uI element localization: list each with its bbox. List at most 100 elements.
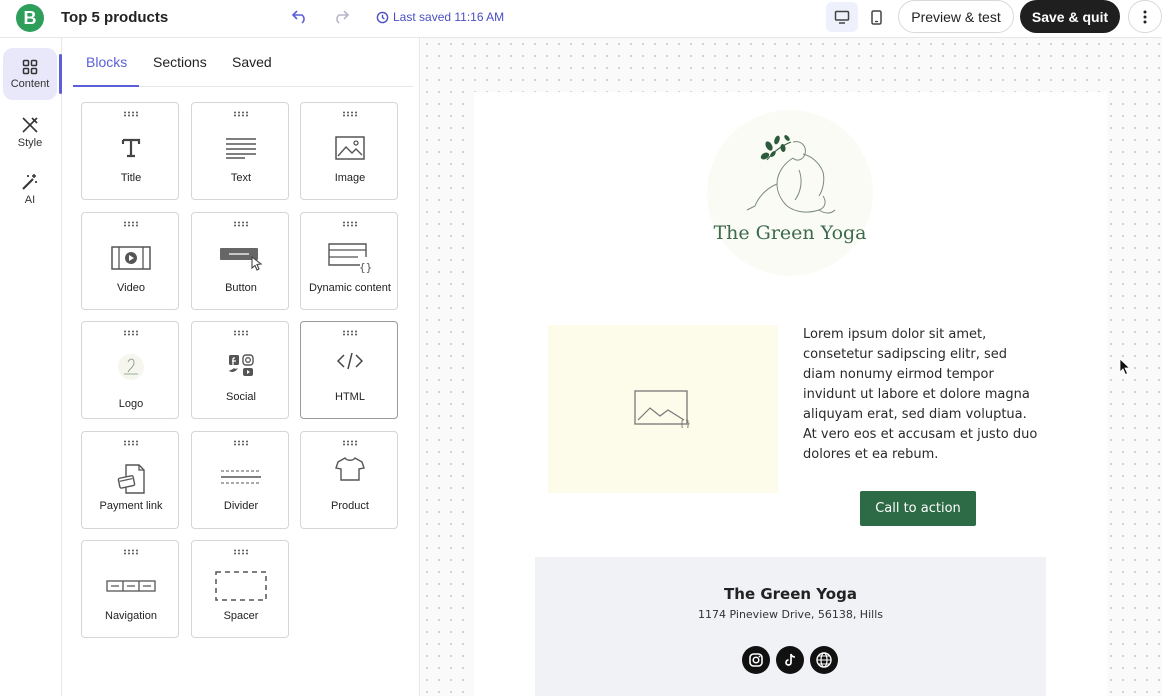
mobile-icon (870, 9, 882, 25)
social-icon (192, 342, 290, 392)
block-label: Logo (118, 398, 144, 410)
rail-item-label: Content (10, 77, 50, 90)
block-product[interactable]: Product (300, 431, 398, 529)
block-video[interactable]: Video (81, 212, 179, 310)
block-button[interactable]: Button (191, 212, 289, 310)
panel-tabs: Blocks Sections Saved (73, 38, 413, 87)
drag-handle-icon (124, 330, 138, 336)
text-icon (192, 123, 290, 173)
block-label: Button (225, 282, 257, 294)
code-icon (301, 336, 399, 386)
rail-item-label: Style (17, 136, 43, 149)
block-label: Navigation (105, 610, 157, 622)
blocks-panel: Blocks Sections Saved Title Text Image V… (63, 38, 420, 696)
block-divider[interactable]: Divider (191, 431, 289, 529)
block-label: Text (230, 172, 252, 184)
globe-icon[interactable] (810, 646, 838, 674)
save-and-quit-button[interactable]: Save & quit (1020, 0, 1120, 33)
undo-button[interactable] (288, 6, 312, 28)
preview-and-test-button[interactable]: Preview & test (898, 0, 1014, 33)
rail-item-label: AI (24, 193, 36, 206)
divider-icon (192, 452, 290, 502)
rail-item-ai[interactable]: AI (3, 163, 57, 215)
block-navigation[interactable]: Navigation (81, 540, 179, 638)
block-social[interactable]: Social (191, 321, 289, 419)
redo-button[interactable] (329, 6, 353, 28)
app-logo[interactable]: B (16, 4, 44, 32)
svg-text:{}: {} (679, 419, 691, 428)
rail-active-indicator (59, 54, 62, 94)
dynamic-content-icon: {} (301, 233, 399, 283)
brush-icon (22, 116, 38, 133)
image-placeholder[interactable]: {} (548, 325, 778, 493)
desktop-view-button[interactable] (826, 2, 858, 32)
block-payment-link[interactable]: Payment link (81, 431, 179, 529)
block-label: Divider (223, 500, 259, 512)
last-saved-status[interactable]: Last saved 11:16 AM (376, 10, 504, 24)
more-options-button[interactable] (1128, 0, 1162, 33)
block-text[interactable]: Text (191, 102, 289, 200)
block-label: Product (331, 500, 369, 512)
tshirt-icon (301, 444, 399, 494)
mouse-cursor-icon (1119, 358, 1131, 376)
block-logo[interactable]: Logo (81, 321, 179, 419)
top-bar: B Top 5 products Last saved 11:16 AM Pre… (0, 0, 1162, 38)
block-label: Dynamic content (309, 282, 391, 294)
drag-handle-icon (343, 221, 357, 227)
drag-handle-icon (124, 111, 138, 117)
block-html[interactable]: HTML (300, 321, 398, 419)
block-label: Spacer (223, 610, 259, 622)
drag-handle-icon (124, 221, 138, 227)
drag-handle-icon (124, 440, 138, 446)
payment-link-icon (82, 454, 180, 504)
left-rail: Content Style AI (0, 38, 62, 696)
drag-handle-icon (124, 549, 138, 555)
block-label: Social (226, 391, 256, 403)
document-title[interactable]: Top 5 products (61, 9, 168, 26)
drag-handle-icon (234, 549, 248, 555)
device-toggle (826, 2, 892, 32)
brand-name-text: The Green Yoga (713, 222, 867, 244)
rail-item-content[interactable]: Content (3, 48, 57, 100)
block-spacer[interactable]: Spacer (191, 540, 289, 638)
drag-handle-icon (234, 330, 248, 336)
spacer-icon (192, 561, 290, 611)
button-icon (192, 233, 290, 283)
body-text[interactable]: Lorem ipsum dolor sit amet, consetetur s… (803, 325, 1039, 465)
history-icon (376, 11, 389, 23)
grid-icon (22, 59, 38, 74)
tab-saved[interactable]: Saved (232, 54, 272, 70)
tab-blocks[interactable]: Blocks (86, 54, 127, 70)
rail-item-style[interactable]: Style (3, 106, 57, 158)
drag-handle-icon (234, 221, 248, 227)
desktop-icon (834, 10, 850, 24)
block-label: Payment link (99, 500, 163, 512)
block-label: Title (120, 172, 142, 184)
block-image[interactable]: Image (300, 102, 398, 200)
drag-handle-icon (234, 440, 248, 446)
instagram-icon[interactable] (742, 646, 770, 674)
footer-address: 1174 Pineview Drive, 56138, Hills (698, 608, 883, 621)
yoga-figure-icon (746, 135, 836, 214)
last-saved-text: Last saved 11:16 AM (393, 10, 505, 24)
title-icon (82, 123, 180, 173)
call-to-action-button[interactable]: Call to action (860, 491, 976, 526)
drag-handle-icon (343, 111, 357, 117)
tiktok-icon[interactable] (776, 646, 804, 674)
navigation-icon (82, 561, 180, 611)
email-footer[interactable] (535, 557, 1046, 696)
brand-logo-image[interactable] (707, 110, 873, 276)
block-label: HTML (335, 391, 365, 403)
magic-wand-icon (22, 173, 37, 190)
tab-sections[interactable]: Sections (153, 54, 207, 70)
more-vertical-icon (1143, 10, 1147, 23)
block-label: Image (334, 172, 366, 184)
image-placeholder-icon: {} (634, 390, 691, 428)
active-tab-underline (73, 85, 139, 87)
block-title[interactable]: Title (81, 102, 179, 200)
redo-icon (336, 10, 349, 24)
block-dynamic-content[interactable]: {} Dynamic content (300, 212, 398, 310)
mobile-view-button[interactable] (860, 2, 892, 32)
svg-text:{}: {} (359, 261, 372, 273)
logo-icon (82, 342, 180, 392)
